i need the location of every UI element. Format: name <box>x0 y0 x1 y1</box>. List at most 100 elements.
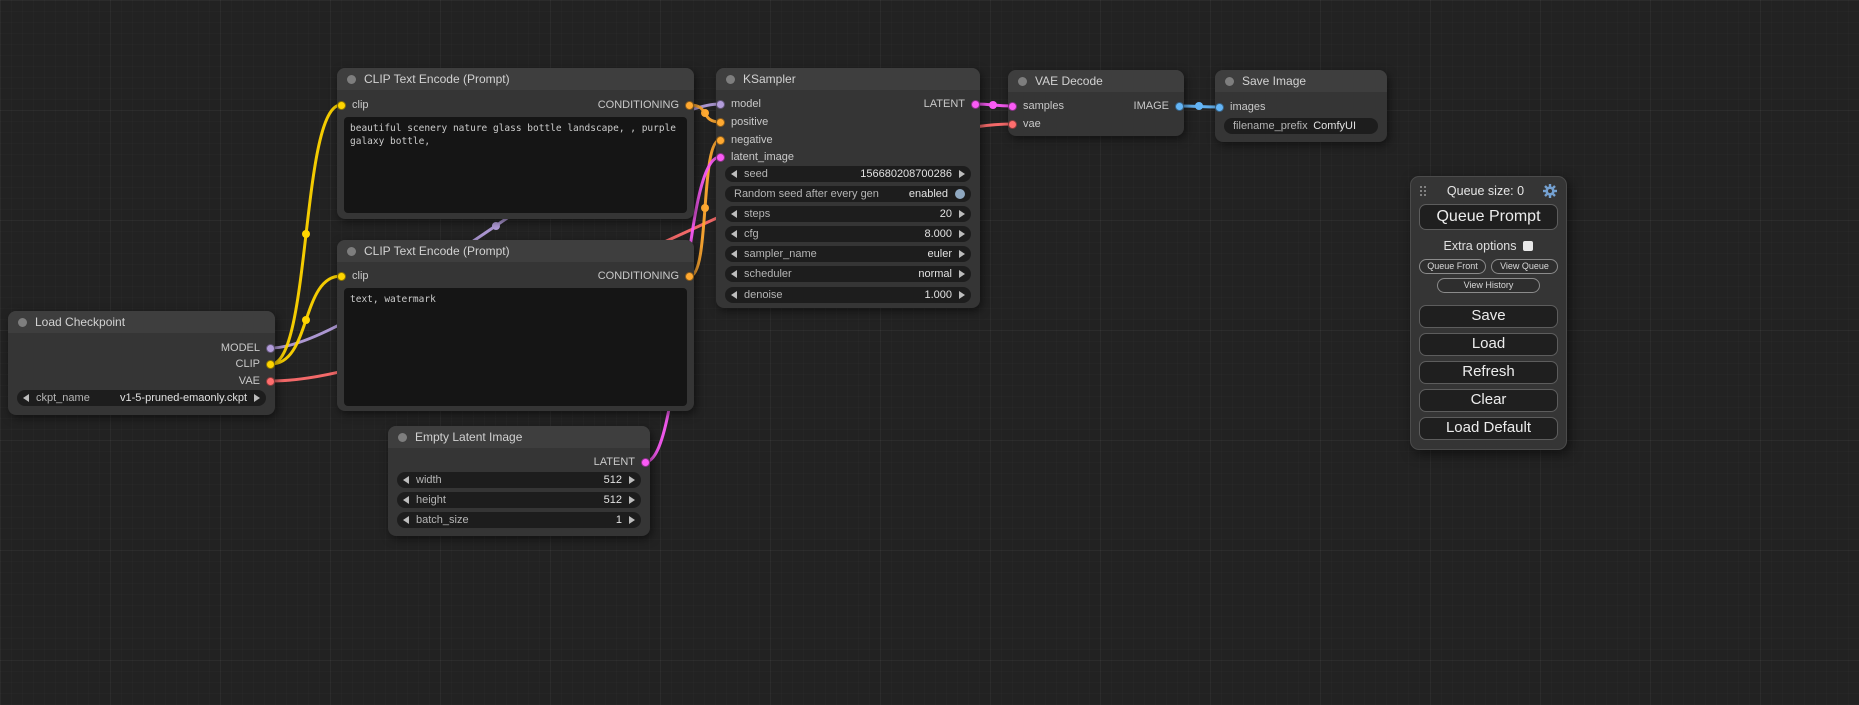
slot-label: IMAGE <box>1134 100 1169 112</box>
node-title-bar: CLIP Text Encode (Prompt) <box>337 240 694 262</box>
increment-arrow-icon[interactable] <box>959 230 965 238</box>
height-widget[interactable]: height 512 <box>397 492 641 508</box>
menu-button-stack: Save Load Refresh Clear Load Default <box>1419 305 1558 440</box>
refresh-button[interactable]: Refresh <box>1419 361 1558 384</box>
node-graph-canvas[interactable]: Load Checkpoint MODEL CLIP VAE ckpt_name… <box>0 0 1859 705</box>
load-button[interactable]: Load <box>1419 333 1558 356</box>
extra-options-checkbox[interactable] <box>1523 241 1533 251</box>
drag-handle-icon[interactable] <box>1419 185 1429 197</box>
input-slot-negative[interactable]: negative <box>716 133 773 147</box>
node-load-checkpoint[interactable]: Load Checkpoint MODEL CLIP VAE ckpt_name… <box>8 311 275 415</box>
slot-label: samples <box>1023 100 1064 112</box>
next-option-arrow-icon[interactable] <box>254 394 260 402</box>
node-vae-decode[interactable]: VAE Decode samples vae IMAGE <box>1008 70 1184 136</box>
output-slot-clip[interactable]: CLIP <box>236 357 275 371</box>
clear-button[interactable]: Clear <box>1419 389 1558 412</box>
node-title-bar: Save Image <box>1215 70 1387 92</box>
port-dot-image[interactable] <box>1215 103 1224 112</box>
input-slot-clip[interactable]: clip <box>337 98 369 112</box>
seed-widget[interactable]: seed 156680208700286 <box>725 166 971 182</box>
queue-prompt-button[interactable]: Queue Prompt <box>1419 204 1558 230</box>
decrement-arrow-icon[interactable] <box>403 476 409 484</box>
input-slot-vae[interactable]: vae <box>1008 117 1041 131</box>
width-widget[interactable]: width 512 <box>397 472 641 488</box>
increment-arrow-icon[interactable] <box>959 170 965 178</box>
node-clip-text-encode-positive[interactable]: CLIP Text Encode (Prompt) clip CONDITION… <box>337 68 694 219</box>
output-slot-image[interactable]: IMAGE <box>1134 99 1184 113</box>
scheduler-widget[interactable]: scheduler normal <box>725 266 971 282</box>
node-ksampler[interactable]: KSampler model positive negative latent_… <box>716 68 980 308</box>
port-dot-clip[interactable] <box>266 360 275 369</box>
decrement-arrow-icon[interactable] <box>731 291 737 299</box>
port-dot-model[interactable] <box>266 344 275 353</box>
sampler-name-widget[interactable]: sampler_name euler <box>725 246 971 262</box>
port-dot-conditioning[interactable] <box>685 272 694 281</box>
view-history-button[interactable]: View History <box>1437 278 1539 293</box>
node-clip-text-encode-negative[interactable]: CLIP Text Encode (Prompt) clip CONDITION… <box>337 240 694 411</box>
cfg-widget[interactable]: cfg 8.000 <box>725 226 971 242</box>
increment-arrow-icon[interactable] <box>959 210 965 218</box>
prev-option-arrow-icon[interactable] <box>731 250 737 258</box>
port-dot-latent[interactable] <box>716 153 725 162</box>
decrement-arrow-icon[interactable] <box>731 210 737 218</box>
link-dot-model <box>492 222 500 230</box>
port-dot-conditioning[interactable] <box>716 118 725 127</box>
load-default-button[interactable]: Load Default <box>1419 417 1558 440</box>
increment-arrow-icon[interactable] <box>959 291 965 299</box>
decrement-arrow-icon[interactable] <box>403 516 409 524</box>
settings-gear-icon[interactable] <box>1542 183 1558 199</box>
port-dot-conditioning[interactable] <box>685 101 694 110</box>
steps-widget[interactable]: steps 20 <box>725 206 971 222</box>
batch-size-widget[interactable]: batch_size 1 <box>397 512 641 528</box>
output-slot-conditioning[interactable]: CONDITIONING <box>598 98 694 112</box>
next-option-arrow-icon[interactable] <box>959 250 965 258</box>
output-slot-latent[interactable]: LATENT <box>594 455 650 469</box>
view-queue-button[interactable]: View Queue <box>1491 259 1558 274</box>
port-dot-vae[interactable] <box>266 377 275 386</box>
menu-header: Queue size: 0 <box>1419 183 1558 199</box>
random-seed-toggle[interactable]: Random seed after every gen enabled <box>725 186 971 202</box>
next-option-arrow-icon[interactable] <box>959 270 965 278</box>
output-slot-latent[interactable]: LATENT <box>924 97 980 111</box>
port-dot-vae[interactable] <box>1008 120 1017 129</box>
node-empty-latent-image[interactable]: Empty Latent Image LATENT width 512 heig… <box>388 426 650 536</box>
port-dot-latent[interactable] <box>641 458 650 467</box>
denoise-widget[interactable]: denoise 1.000 <box>725 287 971 303</box>
node-title-bar: Load Checkpoint <box>8 311 275 333</box>
output-slot-vae[interactable]: VAE <box>239 374 275 388</box>
input-slot-images[interactable]: images <box>1215 100 1265 114</box>
decrement-arrow-icon[interactable] <box>403 496 409 504</box>
output-slot-model[interactable]: MODEL <box>221 341 275 355</box>
port-dot-clip[interactable] <box>337 101 346 110</box>
prompt-textarea[interactable]: text, watermark <box>344 288 687 406</box>
port-dot-clip[interactable] <box>337 272 346 281</box>
decrement-arrow-icon[interactable] <box>731 230 737 238</box>
increment-arrow-icon[interactable] <box>629 516 635 524</box>
widget-label: Random seed after every gen <box>734 188 879 200</box>
input-slot-latent-image[interactable]: latent_image <box>716 150 794 164</box>
decrement-arrow-icon[interactable] <box>731 170 737 178</box>
port-dot-conditioning[interactable] <box>716 136 725 145</box>
input-slot-samples[interactable]: samples <box>1008 99 1064 113</box>
port-dot-latent[interactable] <box>1008 102 1017 111</box>
output-slot-conditioning[interactable]: CONDITIONING <box>598 269 694 283</box>
ckpt-name-widget[interactable]: ckpt_name v1-5-pruned-emaonly.ckpt <box>17 390 266 406</box>
increment-arrow-icon[interactable] <box>629 496 635 504</box>
node-save-image[interactable]: Save Image images filename_prefix ComfyU… <box>1215 70 1387 142</box>
port-dot-model[interactable] <box>716 100 725 109</box>
increment-arrow-icon[interactable] <box>629 476 635 484</box>
link-dot-cond-pos <box>701 109 709 117</box>
slot-label: CLIP <box>236 358 260 370</box>
prompt-textarea[interactable]: beautiful scenery nature glass bottle la… <box>344 117 687 213</box>
prev-option-arrow-icon[interactable] <box>731 270 737 278</box>
filename-prefix-widget[interactable]: filename_prefix ComfyUI <box>1224 118 1378 134</box>
input-slot-clip[interactable]: clip <box>337 269 369 283</box>
input-slot-model[interactable]: model <box>716 97 761 111</box>
port-dot-latent[interactable] <box>971 100 980 109</box>
input-slot-positive[interactable]: positive <box>716 115 768 129</box>
toggle-indicator-icon[interactable] <box>955 189 965 199</box>
save-button[interactable]: Save <box>1419 305 1558 328</box>
port-dot-image[interactable] <box>1175 102 1184 111</box>
prev-option-arrow-icon[interactable] <box>23 394 29 402</box>
queue-front-button[interactable]: Queue Front <box>1419 259 1486 274</box>
